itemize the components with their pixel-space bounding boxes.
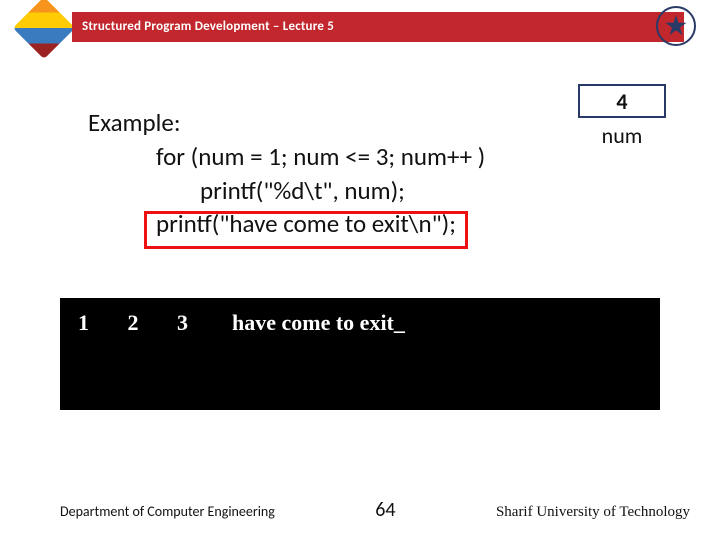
num-label: num	[578, 122, 666, 149]
header-bar: Structured Program Development – Lecture…	[0, 0, 720, 46]
left-logo	[22, 6, 66, 50]
slide: Structured Program Development – Lecture…	[0, 0, 720, 540]
code-line-2: for (num = 1; num <= 3; num++ )	[156, 140, 485, 174]
num-value-box: 4	[578, 84, 666, 118]
console-output: 1 2 3 have come to exit_	[60, 298, 660, 410]
console-line-1: 1 2 3 have come to exit_	[78, 310, 642, 336]
title-band: Structured Program Development – Lecture…	[72, 12, 684, 40]
code-line-1: Example:	[88, 106, 485, 140]
footer-page: 64	[375, 498, 395, 522]
num-value: 4	[616, 88, 627, 115]
footer-uni: Sharif University of Technology	[496, 504, 690, 521]
title-underline	[72, 40, 684, 42]
code-line-3: printf("%d\t", num);	[200, 174, 485, 208]
star-icon	[665, 15, 687, 37]
footer: Department of Computer Engineering 64 Sh…	[60, 498, 690, 522]
lecture-title: Structured Program Development – Lecture…	[82, 19, 334, 34]
highlight-rectangle	[144, 211, 468, 249]
footer-dept: Department of Computer Engineering	[60, 503, 275, 520]
diamond-icon	[13, 0, 75, 59]
right-logo	[656, 6, 696, 46]
